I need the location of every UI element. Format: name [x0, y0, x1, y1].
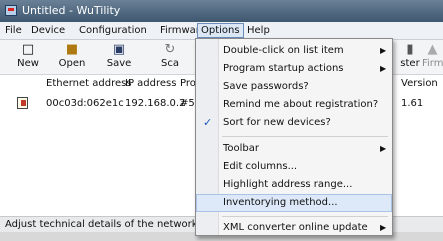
- column-header-protocol[interactable]: Pro: [180, 78, 196, 90]
- menu-item-label: Remind me about registration?: [223, 99, 379, 110]
- menu-item-save-passwords[interactable]: Save passwords?: [196, 78, 392, 96]
- menu-item-label: Program startup actions: [223, 63, 344, 74]
- menu-item-xml-update[interactable]: XML converter online update ▶: [196, 219, 392, 235]
- column-header-ip[interactable]: IP address: [125, 78, 176, 90]
- menu-item-sort-new-devices[interactable]: ✓ Sort for new devices?: [196, 114, 392, 132]
- firmware-icon: ▲: [427, 42, 438, 57]
- menu-device[interactable]: Device: [28, 24, 68, 37]
- menu-item-highlight-range[interactable]: Highlight address range...: [196, 176, 392, 194]
- menu-configuration[interactable]: Configuration: [76, 24, 150, 37]
- open-button-label: Open: [58, 58, 86, 69]
- cell-ip: 192.168.0.2: [125, 98, 186, 109]
- save-button-label: Save: [106, 58, 132, 69]
- device-icon: [17, 97, 28, 109]
- menu-item-toolbar[interactable]: Toolbar ▶: [196, 140, 392, 158]
- scan-button-label: Sca: [161, 58, 179, 69]
- menu-options[interactable]: Options: [197, 23, 244, 38]
- title-bar: Untitled - WuTility: [0, 0, 443, 22]
- save-disk-icon: ▣: [112, 42, 126, 57]
- open-button[interactable]: ■ Open: [50, 41, 94, 73]
- menu-item-label: Highlight address range...: [223, 179, 353, 190]
- menu-item-label: Inventorying method...: [223, 197, 338, 208]
- new-button-label: New: [17, 58, 39, 69]
- menu-help[interactable]: Help: [244, 24, 273, 37]
- open-folder-icon: ■: [65, 42, 79, 57]
- menu-item-double-click[interactable]: Double-click on list item ▶: [196, 42, 392, 60]
- column-header-version[interactable]: Version: [401, 78, 438, 90]
- menu-item-label: Double-click on list item: [223, 45, 344, 56]
- menu-item-label: Save passwords?: [223, 81, 309, 92]
- submenu-arrow-icon: ▶: [380, 144, 387, 153]
- menu-item-remind-registration[interactable]: Remind me about registration?: [196, 96, 392, 114]
- menu-separator: [222, 216, 388, 217]
- firmware-button[interactable]: ▲ Firm: [422, 41, 443, 73]
- firmware-button-label: Firm: [422, 58, 443, 69]
- submenu-arrow-icon: ▶: [380, 223, 387, 232]
- cell-version: 1.61: [401, 98, 424, 109]
- scan-icon: ↻: [164, 42, 176, 57]
- menu-item-startup-actions[interactable]: Program startup actions ▶: [196, 60, 392, 78]
- app-icon: [5, 5, 17, 16]
- menu-item-label: XML converter online update: [223, 222, 368, 233]
- menu-item-label: Toolbar: [223, 143, 260, 154]
- cell-ethernet: 00c03d:062e1c: [46, 98, 124, 109]
- new-button[interactable]: □ New: [6, 41, 50, 73]
- menu-item-label: Edit columns...: [223, 161, 298, 172]
- new-file-icon: □: [21, 42, 35, 57]
- scan-button[interactable]: ↻ Sca: [148, 41, 192, 73]
- window-title: Untitled - WuTility: [22, 4, 121, 17]
- submenu-arrow-icon: ▶: [380, 46, 387, 55]
- options-dropdown-menu: Double-click on list item ▶ Program star…: [195, 38, 393, 236]
- column-header-ethernet[interactable]: Ethernet address: [46, 78, 132, 90]
- cluster-button-label: ster: [400, 58, 420, 69]
- submenu-arrow-icon: ▶: [380, 64, 387, 73]
- cluster-icon: ▮: [406, 42, 414, 57]
- checkmark-icon: ✓: [203, 116, 213, 129]
- menu-item-inventorying-method[interactable]: Inventorying method...: [196, 194, 392, 212]
- cluster-button[interactable]: ▮ ster: [398, 41, 422, 73]
- menu-separator: [222, 136, 388, 137]
- menu-item-edit-columns[interactable]: Edit columns...: [196, 158, 392, 176]
- menu-file[interactable]: File: [2, 24, 25, 37]
- menu-item-label: Sort for new devices?: [223, 117, 331, 128]
- status-text: Adjust technical details of the network …: [5, 219, 224, 230]
- save-button[interactable]: ▣ Save: [97, 41, 141, 73]
